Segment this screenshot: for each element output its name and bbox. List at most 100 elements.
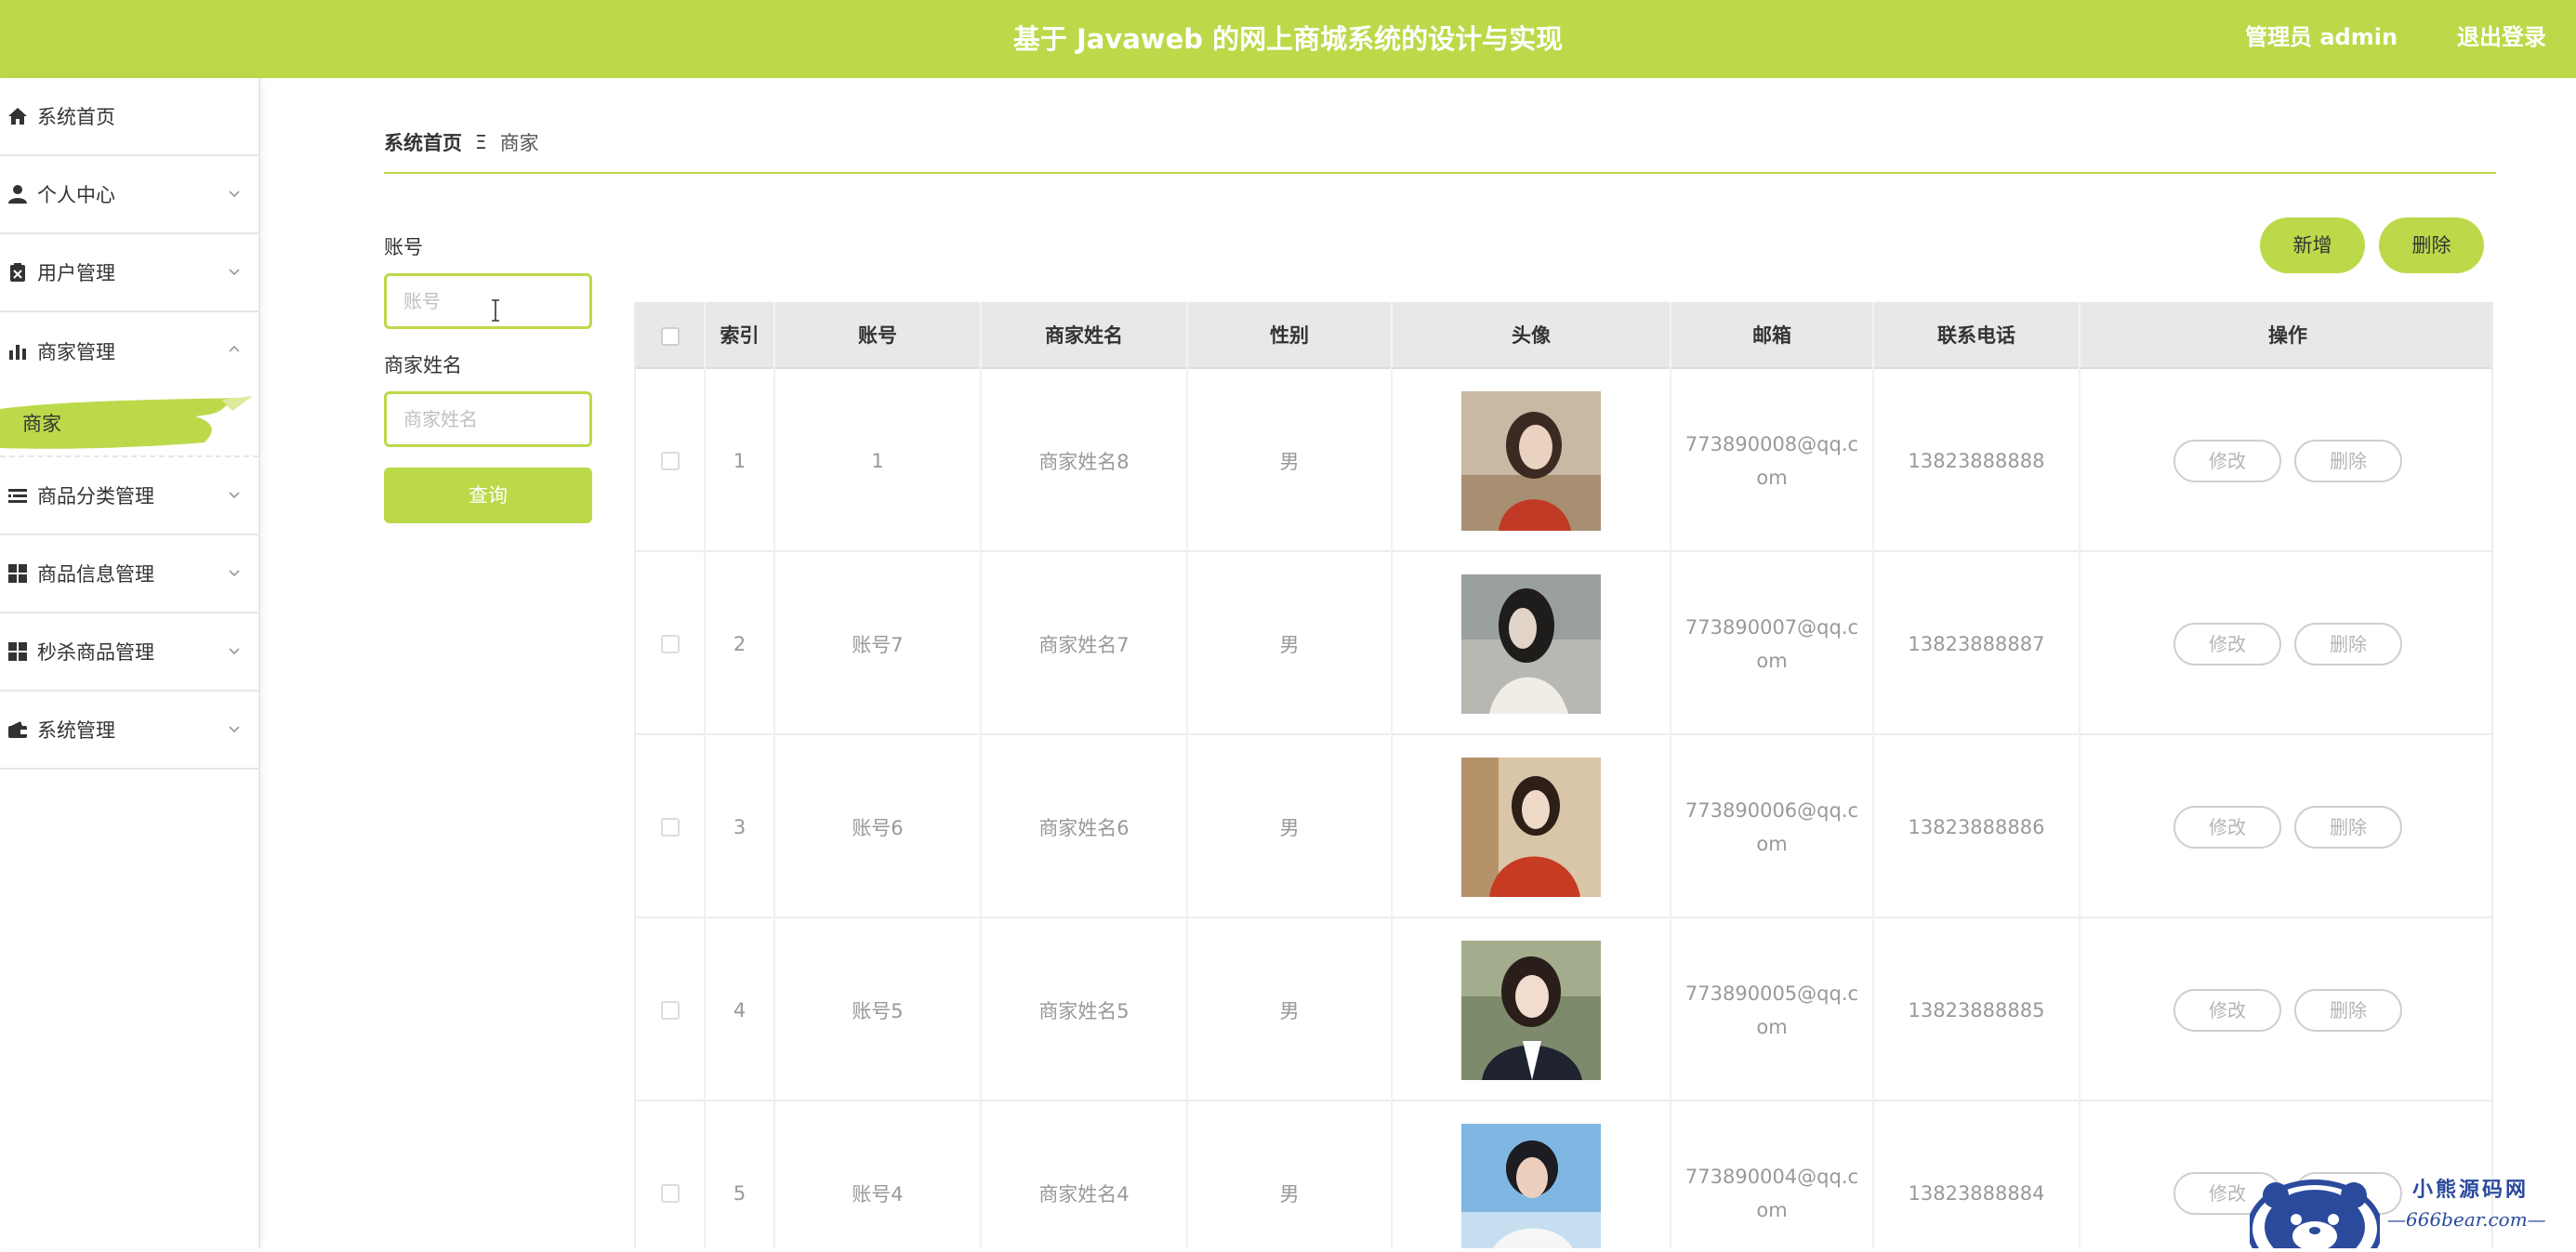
batch-delete-button[interactable]: 删除 [2379, 217, 2484, 273]
top-header: 基于 Javaweb 的网上商城系统的设计与实现 管理员 admin 退出登录 [0, 0, 2576, 78]
sidebar-item-category[interactable]: 商品分类管理 [0, 457, 258, 535]
merchant-name-input[interactable] [384, 391, 592, 447]
row-checkbox[interactable] [660, 817, 680, 837]
sidebar-item-label: 系统管理 [37, 719, 115, 742]
cell-phone: 13823888884 [1874, 1101, 2081, 1248]
edit-button[interactable]: 修改 [2173, 988, 2281, 1032]
cell-merchant-name: 商家姓名8 [982, 369, 1188, 552]
cell-gender: 男 [1188, 735, 1393, 918]
logout-link[interactable]: 退出登录 [2457, 0, 2546, 78]
avatar [1461, 1123, 1601, 1248]
select-all-cell [636, 302, 706, 369]
sidebar-item-label: 个人中心 [37, 184, 115, 206]
chevron-down-icon [229, 648, 240, 655]
col-avatar: 头像 [1393, 302, 1671, 369]
sidebar-item-products[interactable]: 商品信息管理 [0, 535, 258, 613]
col-email: 邮箱 [1671, 302, 1874, 369]
table-header: 索引 账号 商家姓名 性别 头像 邮箱 联系电话 操作 [636, 302, 2491, 369]
cell-email: 773890007@qq.com [1671, 552, 1874, 735]
cell-phone: 13823888885 [1874, 918, 2081, 1101]
delete-button[interactable]: 删除 [2294, 439, 2402, 482]
cell-gender: 男 [1188, 1101, 1393, 1248]
sidebar-item-home[interactable]: 系统首页 [0, 78, 258, 156]
col-gender: 性别 [1188, 302, 1393, 369]
cell-merchant-name: 商家姓名4 [982, 1101, 1188, 1248]
sidebar-item-profile[interactable]: 个人中心 [0, 156, 258, 234]
sidebar-item-label: 系统首页 [37, 106, 115, 128]
chevron-down-icon [229, 191, 240, 198]
sidebar-item-users[interactable]: 用户管理 [0, 234, 258, 312]
bar-chart-icon [7, 341, 28, 362]
cell-index: 3 [706, 735, 775, 918]
cell-account: 账号4 [775, 1101, 982, 1248]
chevron-up-icon [229, 345, 240, 352]
breadcrumb-current: 商家 [499, 132, 539, 154]
cell-index: 1 [706, 369, 775, 552]
watermark: 小熊源码网 —666bear.com— [2247, 1162, 2576, 1252]
app-title: 基于 Javaweb 的网上商城系统的设计与实现 [1012, 23, 1564, 55]
row-checkbox[interactable] [660, 634, 680, 653]
home-icon [7, 106, 28, 126]
cell-email: 773890008@qq.com [1671, 369, 1874, 552]
avatar [1461, 757, 1601, 897]
cell-merchant-name: 商家姓名6 [982, 735, 1188, 918]
cell-index: 5 [706, 1101, 775, 1248]
edit-button[interactable]: 修改 [2173, 439, 2281, 482]
row-checkbox[interactable] [660, 451, 680, 470]
sidebar-item-label: 秒杀商品管理 [37, 641, 154, 664]
sidebar-item-system[interactable]: 系统管理 [0, 692, 258, 770]
breadcrumb: 系统首页 Ξ 商家 [384, 128, 539, 156]
user-icon [7, 184, 28, 204]
sidebar-subitem-merchant[interactable]: 商家 [0, 390, 258, 457]
avatar [1461, 390, 1601, 531]
chevron-down-icon [229, 570, 240, 577]
merchant-table: 索引 账号 商家姓名 性别 头像 邮箱 联系电话 操作 1 1 商家姓名8 男 … [634, 302, 2493, 1248]
delete-button[interactable]: 删除 [2294, 805, 2402, 849]
list-icon [7, 485, 28, 506]
cell-gender: 男 [1188, 369, 1393, 552]
table-row: 2 账号7 商家姓名7 男 773890007@qq.com 138238888… [636, 552, 2491, 735]
cell-phone: 13823888888 [1874, 369, 2081, 552]
cell-gender: 男 [1188, 918, 1393, 1101]
watermark-title: 小熊源码网 [2412, 1178, 2530, 1202]
col-merchant-name: 商家姓名 [982, 302, 1188, 369]
cell-gender: 男 [1188, 552, 1393, 735]
breadcrumb-divider [384, 172, 2496, 174]
avatar [1461, 573, 1601, 714]
cell-merchant-name: 商家姓名5 [982, 918, 1188, 1101]
grid-icon [7, 563, 28, 584]
row-checkbox[interactable] [660, 1183, 680, 1203]
sidebar-item-label: 商品分类管理 [37, 485, 154, 507]
cell-account: 账号7 [775, 552, 982, 735]
user-manage-icon [7, 262, 28, 283]
sidebar-item-flashsale[interactable]: 秒杀商品管理 [0, 613, 258, 692]
edit-button[interactable]: 修改 [2173, 622, 2281, 666]
delete-button[interactable]: 删除 [2294, 622, 2402, 666]
sidebar-item-merchants[interactable]: 商家管理 [0, 312, 258, 390]
current-user-label: 管理员 admin [2245, 24, 2398, 50]
cell-account: 账号5 [775, 918, 982, 1101]
chevron-down-icon [229, 726, 240, 733]
delete-button[interactable]: 删除 [2294, 988, 2402, 1032]
add-button[interactable]: 新增 [2260, 217, 2365, 273]
col-account: 账号 [775, 302, 982, 369]
row-checkbox[interactable] [660, 1000, 680, 1020]
table-row: 5 账号4 商家姓名4 男 773890004@qq.com 138238888… [636, 1101, 2491, 1248]
col-actions: 操作 [2268, 324, 2307, 347]
cell-account: 账号6 [775, 735, 982, 918]
sidebar: 系统首页 个人中心 用户管理 商家管理 商家 商品分类管理 商品信息管理 秒杀商… [0, 78, 260, 1248]
query-button[interactable]: 查询 [384, 468, 592, 523]
cell-index: 2 [706, 552, 775, 735]
chevron-down-icon [229, 269, 240, 276]
text-cursor-icon [492, 299, 499, 322]
cell-email: 773890004@qq.com [1671, 1101, 1874, 1248]
edit-button[interactable]: 修改 [2173, 805, 2281, 849]
breadcrumb-separator: Ξ [475, 131, 487, 153]
select-all-checkbox[interactable] [660, 327, 680, 346]
cell-account: 1 [775, 369, 982, 552]
cell-merchant-name: 商家姓名7 [982, 552, 1188, 735]
cell-index: 4 [706, 918, 775, 1101]
breadcrumb-home[interactable]: 系统首页 [384, 128, 462, 156]
table-row: 4 账号5 商家姓名5 男 773890005@qq.com 138238888… [636, 918, 2491, 1101]
account-input[interactable] [384, 273, 592, 329]
